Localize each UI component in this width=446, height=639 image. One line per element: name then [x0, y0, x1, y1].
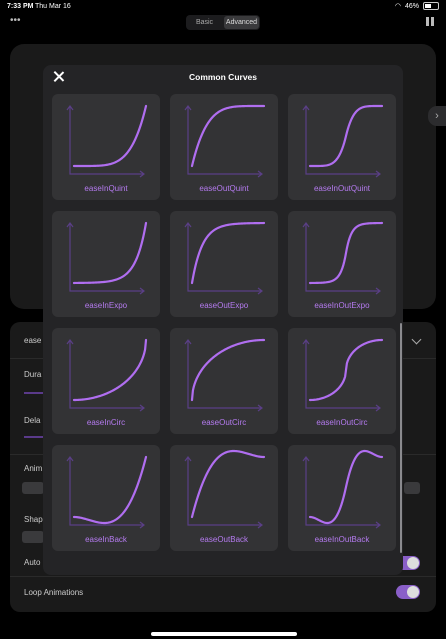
loop-animations-label: Loop Animations [24, 588, 84, 597]
wifi-icon: ◠ [394, 3, 401, 10]
curve-label: easeInBack [85, 535, 127, 544]
status-bar: 7:33 PM Thu Mar 16 ◠ 46% [0, 0, 446, 12]
easing-curve [190, 221, 266, 285]
easing-curve [308, 338, 384, 402]
home-indicator[interactable] [151, 632, 297, 636]
curve-card-easeInCirc[interactable]: easeInCirc [52, 328, 160, 434]
status-time: 7:33 PM [7, 3, 34, 10]
animation-label: Anim [24, 464, 43, 473]
curve-card-easeOutQuint[interactable]: easeOutQuint [170, 94, 278, 200]
curve-card-easeOutCirc[interactable]: easeOutCirc [170, 328, 278, 434]
chevron-down-icon[interactable] [411, 334, 422, 345]
duration-slider[interactable] [24, 392, 44, 394]
easing-curve [72, 221, 148, 285]
chevron-right-icon[interactable]: › [428, 106, 446, 126]
easing-curve [72, 104, 148, 168]
status-right: ◠ 46% [395, 2, 439, 10]
divider [10, 576, 436, 577]
animation-field-end[interactable] [404, 482, 420, 494]
ellipsis-icon[interactable]: ••• [10, 15, 21, 26]
easing-curve [190, 449, 266, 519]
curve-label: easeInQuint [84, 184, 128, 193]
mode-segmented-control: Basic Advanced [186, 15, 260, 30]
top-toolbar: ••• Basic Advanced [0, 14, 446, 32]
curve-card-easeInOutBack[interactable]: easeInOutBack [288, 445, 396, 551]
animation-field[interactable] [22, 482, 44, 494]
curve-label: easeOutCirc [201, 418, 247, 427]
easing-curve [72, 455, 148, 525]
curve-label: easeInOutBack [314, 535, 370, 544]
easing-curve [190, 338, 266, 402]
easing-curve [190, 104, 266, 168]
delay-label: Dela [24, 416, 41, 425]
curve-label: easeInExpo [84, 301, 128, 310]
curve-label: easeInOutCirc [316, 418, 368, 427]
curve-label: easeInOutExpo [314, 301, 370, 310]
curve-card-easeInOutExpo[interactable]: easeInOutExpo [288, 211, 396, 317]
curve-card-easeInOutQuint[interactable]: easeInOutQuint [288, 94, 396, 200]
shape-label: Shap [24, 515, 43, 524]
easing-curve [72, 338, 148, 402]
curve-card-easeInExpo[interactable]: easeInExpo [52, 211, 160, 317]
pause-icon[interactable] [426, 17, 434, 26]
status-date: Thu Mar 16 [35, 3, 71, 10]
curve-label: easeOutExpo [199, 301, 249, 310]
battery-percent: 46% [404, 2, 419, 10]
duration-label: Dura [24, 370, 42, 379]
auto-label: Auto [24, 558, 41, 567]
easing-curve [308, 104, 384, 168]
tab-advanced[interactable]: Advanced [224, 16, 259, 29]
tab-basic[interactable]: Basic [187, 16, 222, 29]
common-curves-modal: Common Curves easeInQuint easeOutQuint eas… [43, 65, 403, 575]
easing-curve [308, 449, 384, 525]
curve-label: easeOutQuint [199, 184, 249, 193]
curve-card-easeInOutCirc[interactable]: easeInOutCirc [288, 328, 396, 434]
curve-card-easeInQuint[interactable]: easeInQuint [52, 94, 160, 200]
easing-curve [308, 221, 384, 285]
curve-label: easeInCirc [86, 418, 126, 427]
delay-slider[interactable] [24, 436, 44, 438]
curve-card-easeOutBack[interactable]: easeOutBack [170, 445, 278, 551]
axis-arrows [184, 456, 263, 529]
shape-field[interactable] [22, 531, 44, 543]
curve-label: easeInOutQuint [313, 184, 371, 193]
curve-card-easeOutExpo[interactable]: easeOutExpo [170, 211, 278, 317]
modal-header: Common Curves [43, 65, 403, 91]
battery-icon [423, 2, 439, 10]
axis-arrows [184, 105, 263, 178]
loop-animations-toggle[interactable] [396, 585, 420, 599]
curve-card-easeInBack[interactable]: easeInBack [52, 445, 160, 551]
curve-label: easeOutBack [199, 535, 249, 544]
modal-title: Common Curves [188, 72, 257, 82]
scrollbar[interactable] [400, 323, 402, 553]
curve-selector-value[interactable]: ease [24, 336, 41, 345]
